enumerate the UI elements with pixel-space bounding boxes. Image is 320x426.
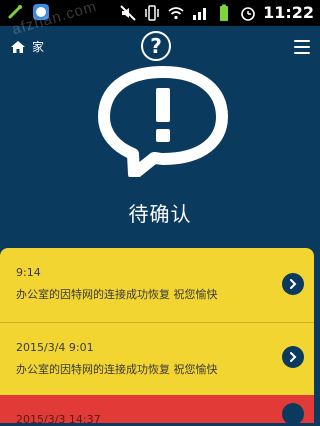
chevron-right-icon[interactable] bbox=[282, 346, 304, 368]
chevron-right-icon[interactable] bbox=[282, 273, 304, 295]
signal-3g-icon bbox=[193, 8, 207, 20]
list-item[interactable]: 2015/3/3 14:37 bbox=[0, 395, 314, 426]
hamburger-icon[interactable] bbox=[294, 40, 310, 54]
wifi-icon bbox=[168, 7, 184, 20]
list-item[interactable]: 9:14 办公室的因特网的连接成功恢复 祝您愉快 bbox=[0, 248, 314, 322]
item-message: 办公室的因特网的连接成功恢复 祝您愉快 bbox=[16, 363, 218, 376]
alert-speech-bubble-icon bbox=[98, 66, 228, 177]
item-date: 2015/3/4 9:01 bbox=[16, 341, 94, 354]
home-label: 家 bbox=[32, 40, 45, 54]
scrollbar[interactable] bbox=[314, 248, 320, 423]
mute-icon bbox=[120, 5, 136, 21]
home-button[interactable]: 家 bbox=[10, 38, 44, 55]
item-message: 办公室的因特网的连接成功恢复 祝您愉快 bbox=[16, 288, 218, 301]
chevron-right-icon[interactable] bbox=[282, 403, 304, 425]
vibrate-icon bbox=[145, 5, 159, 21]
item-date: 2015/3/3 14:37 bbox=[16, 413, 101, 426]
clock-time: 11:22 bbox=[263, 3, 314, 22]
help-button[interactable]: ? bbox=[141, 31, 171, 61]
page-title: 待确认 bbox=[128, 202, 192, 226]
home-icon bbox=[11, 40, 25, 53]
list-item[interactable]: 2015/3/4 9:01 办公室的因特网的连接成功恢复 祝您愉快 bbox=[0, 323, 314, 395]
item-date: 9:14 bbox=[16, 266, 41, 279]
alarm-icon bbox=[241, 7, 255, 21]
help-icon: ? bbox=[150, 34, 162, 58]
battery-icon bbox=[220, 4, 229, 21]
